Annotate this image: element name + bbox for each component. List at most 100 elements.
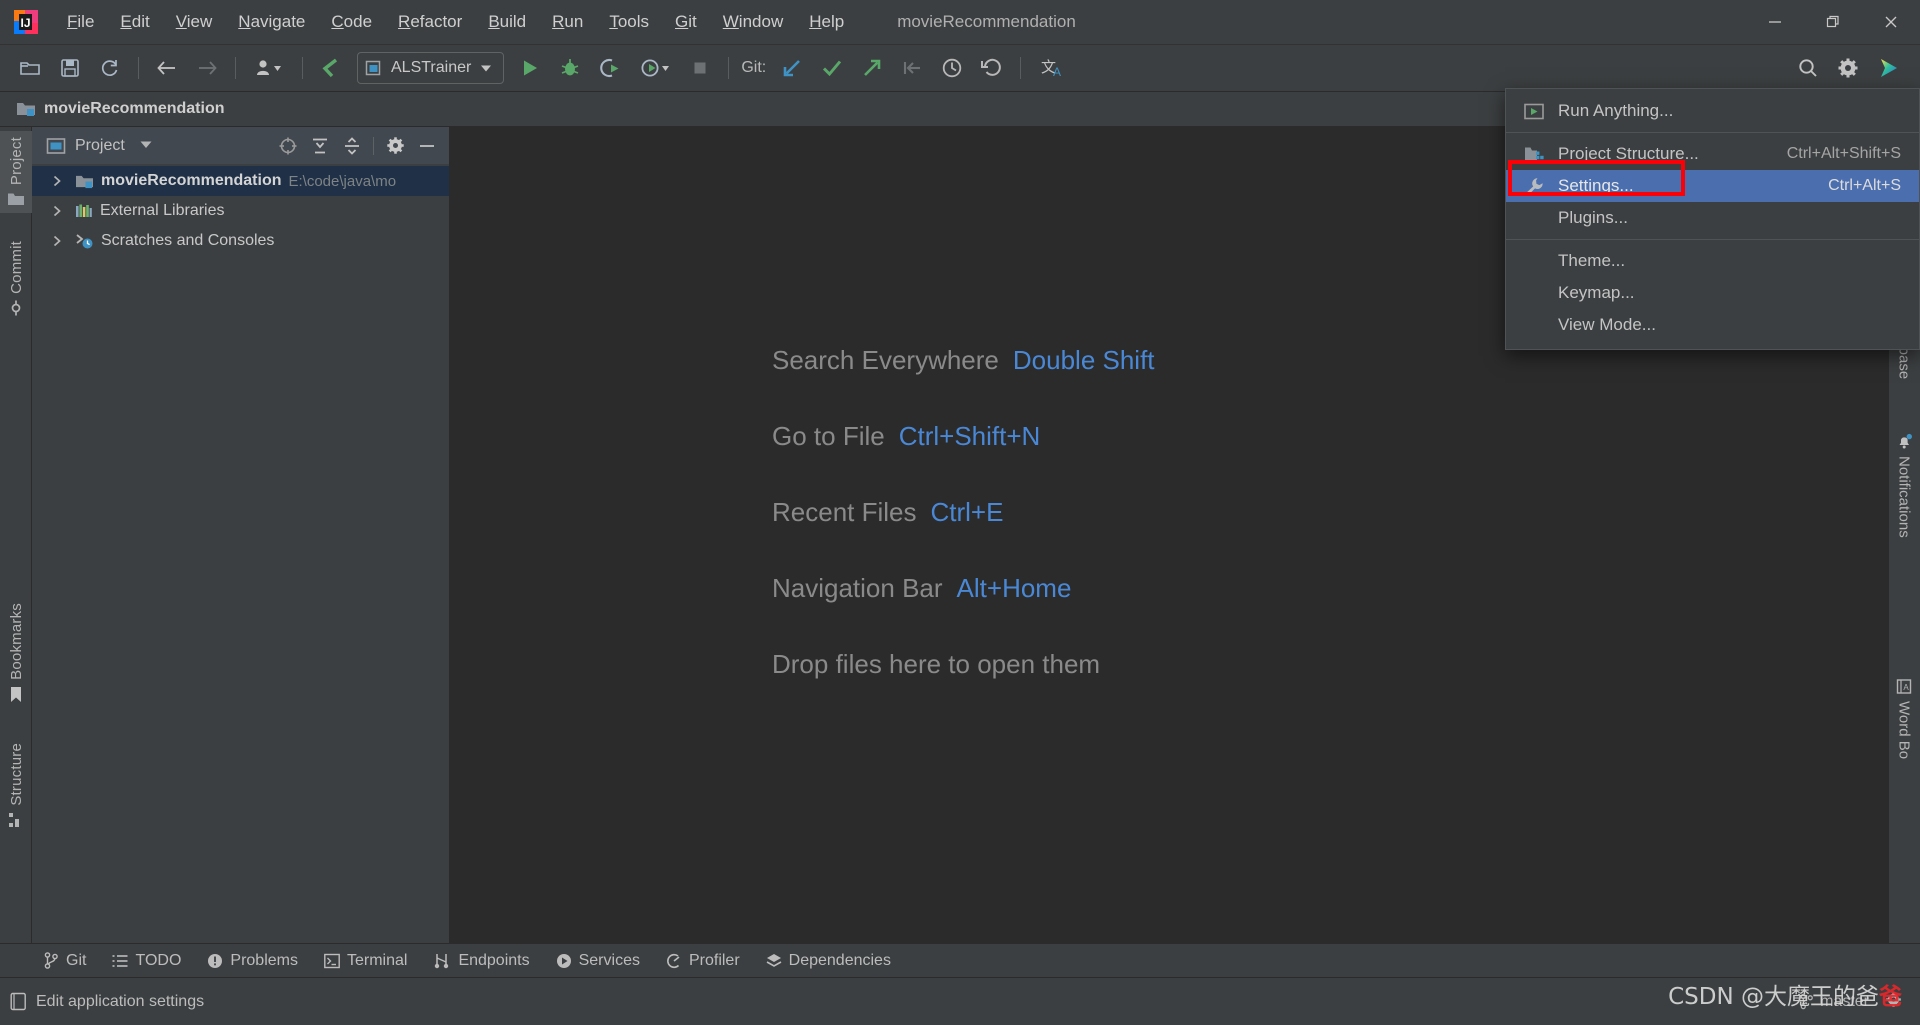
svg-text:IJ: IJ <box>20 16 30 30</box>
menu-tools[interactable]: Tools <box>596 8 662 36</box>
collapse-all-icon[interactable] <box>338 133 366 159</box>
menu-item-plugins[interactable]: Plugins... <box>1506 202 1919 234</box>
save-all-icon[interactable] <box>53 51 87 85</box>
run-with-coverage-button[interactable] <box>593 51 627 85</box>
git-commit-icon[interactable] <box>815 51 849 85</box>
minimize-button[interactable] <box>1746 0 1804 45</box>
menu-item-project-structure[interactable]: Project Structure... Ctrl+Alt+Shift+S <box>1506 138 1919 170</box>
menu-item-theme[interactable]: Theme... <box>1506 245 1919 277</box>
menu-item-settings[interactable]: Settings... Ctrl+Alt+S <box>1506 170 1919 202</box>
bottom-item-dependencies[interactable]: Dependencies <box>766 952 891 970</box>
project-structure-icon <box>1520 145 1548 163</box>
svg-text:A: A <box>1053 65 1061 79</box>
forward-icon[interactable] <box>190 51 224 85</box>
select-opened-file-icon[interactable] <box>274 133 302 159</box>
intellij-logo-icon: IJ <box>12 8 40 36</box>
history-icon[interactable] <box>935 51 969 85</box>
menu-build[interactable]: Build <box>475 8 539 36</box>
settings-gear-icon[interactable] <box>1831 51 1865 85</box>
debug-button[interactable] <box>553 51 587 85</box>
chevron-right-icon[interactable] <box>50 204 64 218</box>
libraries-icon <box>76 204 92 217</box>
tree-node-scratches-and-consoles[interactable]: Scratches and Consoles <box>32 226 449 256</box>
csdn-watermark: CSDN @大魔王的爸爸 <box>1668 977 1902 1011</box>
structure-icon <box>9 812 19 827</box>
menu-item-run-anything[interactable]: Run Anything... <box>1506 95 1919 127</box>
left-tool-stripe: Project Commit Bookmarks Structure <box>0 127 32 970</box>
menu-item-view-mode[interactable]: View Mode... <box>1506 309 1919 341</box>
tree-node-movierecommendation[interactable]: movieRecommendation E:\code\java\mo <box>32 166 449 196</box>
git-icon <box>44 952 58 969</box>
sidebar-label-word-book: Word Bo <box>1895 701 1913 760</box>
open-project-icon[interactable] <box>13 51 47 85</box>
stop-button[interactable] <box>683 51 717 85</box>
menu-file[interactable]: File <box>54 8 107 36</box>
hint-search-everywhere: Search Everywhere Double Shift <box>772 345 1155 376</box>
module-icon <box>76 175 93 188</box>
bottom-item-terminal[interactable]: Terminal <box>324 952 407 970</box>
hint-shortcut: Alt+Home <box>956 573 1072 603</box>
bottom-item-problems[interactable]: Problems <box>207 952 298 970</box>
bottom-item-services[interactable]: Services <box>556 952 640 970</box>
chevron-right-icon[interactable] <box>50 174 64 188</box>
git-pull-icon[interactable] <box>895 51 929 85</box>
git-push-icon[interactable] <box>855 51 889 85</box>
hide-panel-icon[interactable] <box>413 133 441 159</box>
menu-view[interactable]: View <box>163 8 226 36</box>
menu-navigate[interactable]: Navigate <box>225 8 318 36</box>
sidebar-item-bookmarks[interactable]: Bookmarks <box>0 597 32 709</box>
close-button[interactable] <box>1862 0 1920 45</box>
menu-item-label: Settings... <box>1558 176 1634 195</box>
run-configuration-selector[interactable]: ALSTrainer <box>357 52 505 84</box>
sync-icon[interactable] <box>93 51 127 85</box>
menu-window[interactable]: Window <box>710 8 796 36</box>
run-config-label: ALSTrainer <box>391 59 472 76</box>
ai-assistant-icon[interactable] <box>1871 51 1905 85</box>
bookmarks-icon <box>11 686 21 702</box>
sidebar-item-notifications[interactable]: Notifications <box>1888 427 1920 544</box>
endpoints-icon <box>435 953 449 968</box>
build-project-icon[interactable] <box>314 51 348 85</box>
maximize-restore-button[interactable] <box>1804 0 1862 45</box>
tree-node-external-libraries[interactable]: External Libraries <box>32 196 449 226</box>
back-icon[interactable] <box>150 51 184 85</box>
bottom-item-profiler[interactable]: Profiler <box>666 952 740 970</box>
menu-refactor[interactable]: Refactor <box>385 8 475 36</box>
bottom-item-todo[interactable]: TODO <box>112 952 181 970</box>
toolbar-divider <box>138 57 139 79</box>
project-view-dropdown-icon[interactable] <box>139 137 153 155</box>
git-update-icon[interactable] <box>775 51 809 85</box>
hint-go-to-file: Go to File Ctrl+Shift+N <box>772 421 1155 452</box>
project-view-icon <box>46 137 66 154</box>
translate-icon[interactable]: 文 A <box>1032 51 1072 85</box>
sidebar-item-structure[interactable]: Structure <box>0 737 32 834</box>
run-button[interactable] <box>513 51 547 85</box>
sidebar-label-notifications: Notifications <box>1895 456 1913 538</box>
bottom-item-endpoints[interactable]: Endpoints <box>433 952 530 970</box>
menu-help[interactable]: Help <box>796 8 857 36</box>
bottom-item-git[interactable]: Git <box>44 952 86 970</box>
menu-item-keymap[interactable]: Keymap... <box>1506 277 1919 309</box>
menu-edit[interactable]: Edit <box>107 8 162 36</box>
chevron-right-icon[interactable] <box>50 234 64 248</box>
menu-run[interactable]: Run <box>539 8 596 36</box>
rollback-icon[interactable] <box>975 51 1009 85</box>
profiler-button[interactable] <box>633 51 677 85</box>
dependencies-icon <box>766 953 782 967</box>
sidebar-item-project[interactable]: Project <box>0 131 32 214</box>
menu-git[interactable]: Git <box>662 8 710 36</box>
bottom-item-label: Terminal <box>346 951 408 969</box>
tree-node-label: External Libraries <box>100 202 225 219</box>
tree-node-label: Scratches and Consoles <box>101 232 275 249</box>
expand-all-icon[interactable] <box>306 133 334 159</box>
bottom-item-label: Dependencies <box>788 951 891 969</box>
sidebar-item-word-book[interactable]: A Word Bo <box>1888 672 1920 765</box>
project-settings-gear-icon[interactable] <box>381 133 409 159</box>
profile-selector-icon[interactable] <box>247 51 291 85</box>
breadcrumb[interactable]: movieRecommendation <box>16 100 224 118</box>
hint-shortcut: Ctrl+Shift+N <box>898 421 1041 451</box>
tree-node-path: E:\code\java\mo <box>288 172 397 190</box>
sidebar-item-commit[interactable]: Commit <box>0 235 32 322</box>
menu-code[interactable]: Code <box>318 8 385 36</box>
search-everywhere-icon[interactable] <box>1791 51 1825 85</box>
